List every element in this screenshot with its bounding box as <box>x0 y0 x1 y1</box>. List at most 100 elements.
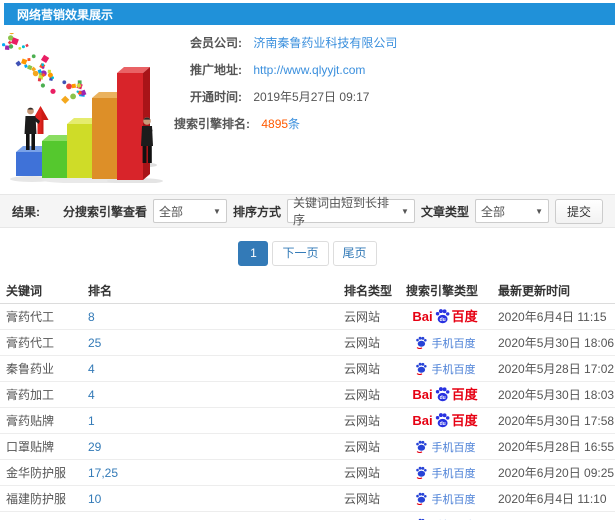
baidu-baidu-text: 百度 <box>451 387 478 402</box>
engine-rank-unit: 条 <box>288 117 301 131</box>
sort-select-value: 关键词由短到长排序 <box>292 196 389 227</box>
table-body: 膏药代工 8 云网站 Bai du 百度 2020年6月4日 11:15 膏药代… <box>0 304 615 520</box>
confetti-dots <box>2 33 87 104</box>
article-type-select-value: 全部 <box>480 204 505 219</box>
mobile-baidu-paw-icon <box>415 492 427 505</box>
pagination: 1 下一页 尾页 <box>0 241 615 266</box>
opened-time-label: 开通时间: <box>190 90 242 104</box>
cell-updated: 2020年5月28日 17:02 <box>498 362 615 376</box>
cell-engine: 手机百度 <box>406 361 498 377</box>
mobile-baidu-label: 手机百度 <box>431 337 476 350</box>
cell-rank-type: 云网站 <box>344 362 381 376</box>
cell-updated: 2020年5月30日 18:06 <box>498 336 615 350</box>
table-row: 口罩贴牌 29 云网站 手机百度 2020年5月28日 16:55 <box>0 434 615 460</box>
cell-engine: 手机百度 <box>406 439 498 455</box>
member-company-row: 会员公司: 济南秦鲁药业科技有限公司 <box>174 37 615 50</box>
cell-keyword: 秦鲁药业 <box>6 362 55 376</box>
cell-updated: 2020年6月4日 11:10 <box>498 492 607 506</box>
table-row: 膏药贴牌 1 云网站 Bai du 百度 2020年5月30日 17:58 <box>0 408 615 434</box>
baidu-du-text: du <box>439 316 445 322</box>
cell-keyword: 口罩贴牌 <box>6 440 55 454</box>
promo-url-row: 推广地址: http://www.qlyyjt.com <box>174 64 615 77</box>
cell-rank[interactable]: 10 <box>88 492 344 506</box>
member-company-label: 会员公司: <box>190 36 242 50</box>
cell-rank-type: 云网站 <box>344 466 381 480</box>
cell-updated: 2020年5月30日 17:58 <box>498 414 615 428</box>
sort-filter-label: 排序方式 <box>232 204 281 219</box>
filter-group: 分搜索引擎查看 全部 ▼ 排序方式 关键词由短到长排序 ▼ 文章类型 全部 ▼ … <box>63 196 603 227</box>
cell-engine: 手机百度 <box>406 491 498 507</box>
baidu-mobile-logo: 手机百度 <box>415 361 476 377</box>
table-row: 膏药加工 4 云网站 Bai du 百度 2020年5月30日 18:03 <box>0 382 615 408</box>
page-title: 网络营销效果展示 <box>17 7 114 22</box>
baidu-bai-text: Bai <box>412 413 433 428</box>
cell-updated: 2020年5月28日 16:55 <box>498 440 615 454</box>
cell-rank-type: 云网站 <box>344 310 381 324</box>
baidu-mobile-logo: 手机百度 <box>415 465 476 481</box>
submit-button[interactable]: 提交 <box>554 198 603 224</box>
opened-time-row: 开通时间: 2019年5月27日 09:17 <box>174 91 615 104</box>
baidu-du-text: du <box>439 420 445 426</box>
col-rank-type: 排名类型 <box>344 284 393 298</box>
promo-url-link[interactable]: http://www.qlyyjt.com <box>253 63 365 77</box>
cell-rank[interactable]: 8 <box>88 310 344 324</box>
cell-rank[interactable]: 1 <box>88 414 344 428</box>
top-section: 会员公司: 济南秦鲁药业科技有限公司 推广地址: http://www.qlyy… <box>0 33 615 185</box>
baidu-pc-logo: Bai du 百度 <box>412 412 478 429</box>
engine-select[interactable]: 全部 ▼ <box>152 199 227 223</box>
mobile-baidu-label: 手机百度 <box>431 467 476 480</box>
table-row: 秦鲁药业 4 云网站 手机百度 2020年5月28日 17:02 <box>0 356 615 382</box>
baidu-pc-logo: Bai du 百度 <box>412 386 478 403</box>
member-company-link[interactable]: 济南秦鲁药业科技有限公司 <box>253 36 397 50</box>
mobile-baidu-label: 手机百度 <box>432 517 476 520</box>
baidu-mobile-logo: 手机百度 <box>415 439 476 455</box>
cell-keyword: 膏药贴牌 <box>6 414 55 428</box>
baidu-mobile-logo: 手机百度 <box>415 335 476 351</box>
cell-rank[interactable]: 29 <box>88 440 344 454</box>
cell-rank[interactable]: 17,25 <box>88 466 344 480</box>
baidu-mobile-logo: 手机百度 <box>415 517 476 520</box>
mobile-baidu-label: 手机百度 <box>431 363 476 376</box>
col-updated: 最新更新时间 <box>498 284 571 298</box>
cell-rank-type: 云网站 <box>344 388 381 402</box>
chevron-down-icon: ▼ <box>213 206 221 216</box>
col-engine-type: 搜索引擎类型 <box>406 284 479 298</box>
sort-select[interactable]: 关键词由短到长排序 ▼ <box>286 196 415 227</box>
page-button-next[interactable]: 下一页 <box>272 241 329 266</box>
opened-time-value: 2019年5月27日 09:17 <box>253 90 370 104</box>
cell-rank[interactable]: 4 <box>88 388 344 402</box>
mobile-baidu-paw-icon <box>415 336 427 349</box>
page-button-last[interactable]: 尾页 <box>332 241 377 266</box>
cell-rank[interactable]: 4 <box>88 362 344 376</box>
mobile-baidu-paw-icon <box>415 466 427 479</box>
cell-updated: 2020年6月4日 11:15 <box>498 310 607 324</box>
engine-rank-row: 搜索引擎排名: 4895条 <box>174 118 615 131</box>
cell-rank[interactable]: 25 <box>88 336 344 350</box>
cell-engine: 手机百度 <box>406 517 498 520</box>
col-rank: 排名 <box>88 284 113 298</box>
table-row: 金华防护服 17,25 云网站 手机百度 2020年6月20日 09:25 <box>0 460 615 486</box>
cell-keyword: 金华防护服 <box>6 466 67 480</box>
page-button-current[interactable]: 1 <box>238 241 269 266</box>
baidu-bai-text: Bai <box>412 309 433 324</box>
cell-engine: 手机百度 <box>406 465 498 481</box>
chevron-down-icon: ▼ <box>401 206 409 216</box>
baidu-du-text: du <box>439 394 445 400</box>
bar-chart-illustration <box>2 33 163 183</box>
baidu-baidu-text: 百度 <box>451 413 478 428</box>
cell-engine: Bai du 百度 <box>406 412 498 429</box>
article-type-select[interactable]: 全部 ▼ <box>474 199 549 223</box>
mobile-baidu-paw-icon <box>415 440 427 453</box>
cell-rank-type: 云网站 <box>344 492 381 506</box>
cell-keyword: 膏药代工 <box>6 310 55 324</box>
mobile-baidu-label: 手机百度 <box>431 493 476 506</box>
baidu-bai-text: Bai <box>412 387 433 402</box>
col-keyword: 关键词 <box>6 284 43 298</box>
baidu-pc-logo: Bai du 百度 <box>412 308 478 325</box>
engine-rank-label: 搜索引擎排名: <box>174 117 250 131</box>
baidu-mobile-logo: 手机百度 <box>415 491 476 507</box>
results-table: 关键词 排名 排名类型 搜索引擎类型 最新更新时间 膏药代工 8 云网站 Bai… <box>0 278 615 520</box>
promo-url-label: 推广地址: <box>190 63 242 77</box>
chevron-down-icon: ▼ <box>535 206 543 216</box>
cell-updated: 2020年5月30日 18:03 <box>498 388 615 402</box>
